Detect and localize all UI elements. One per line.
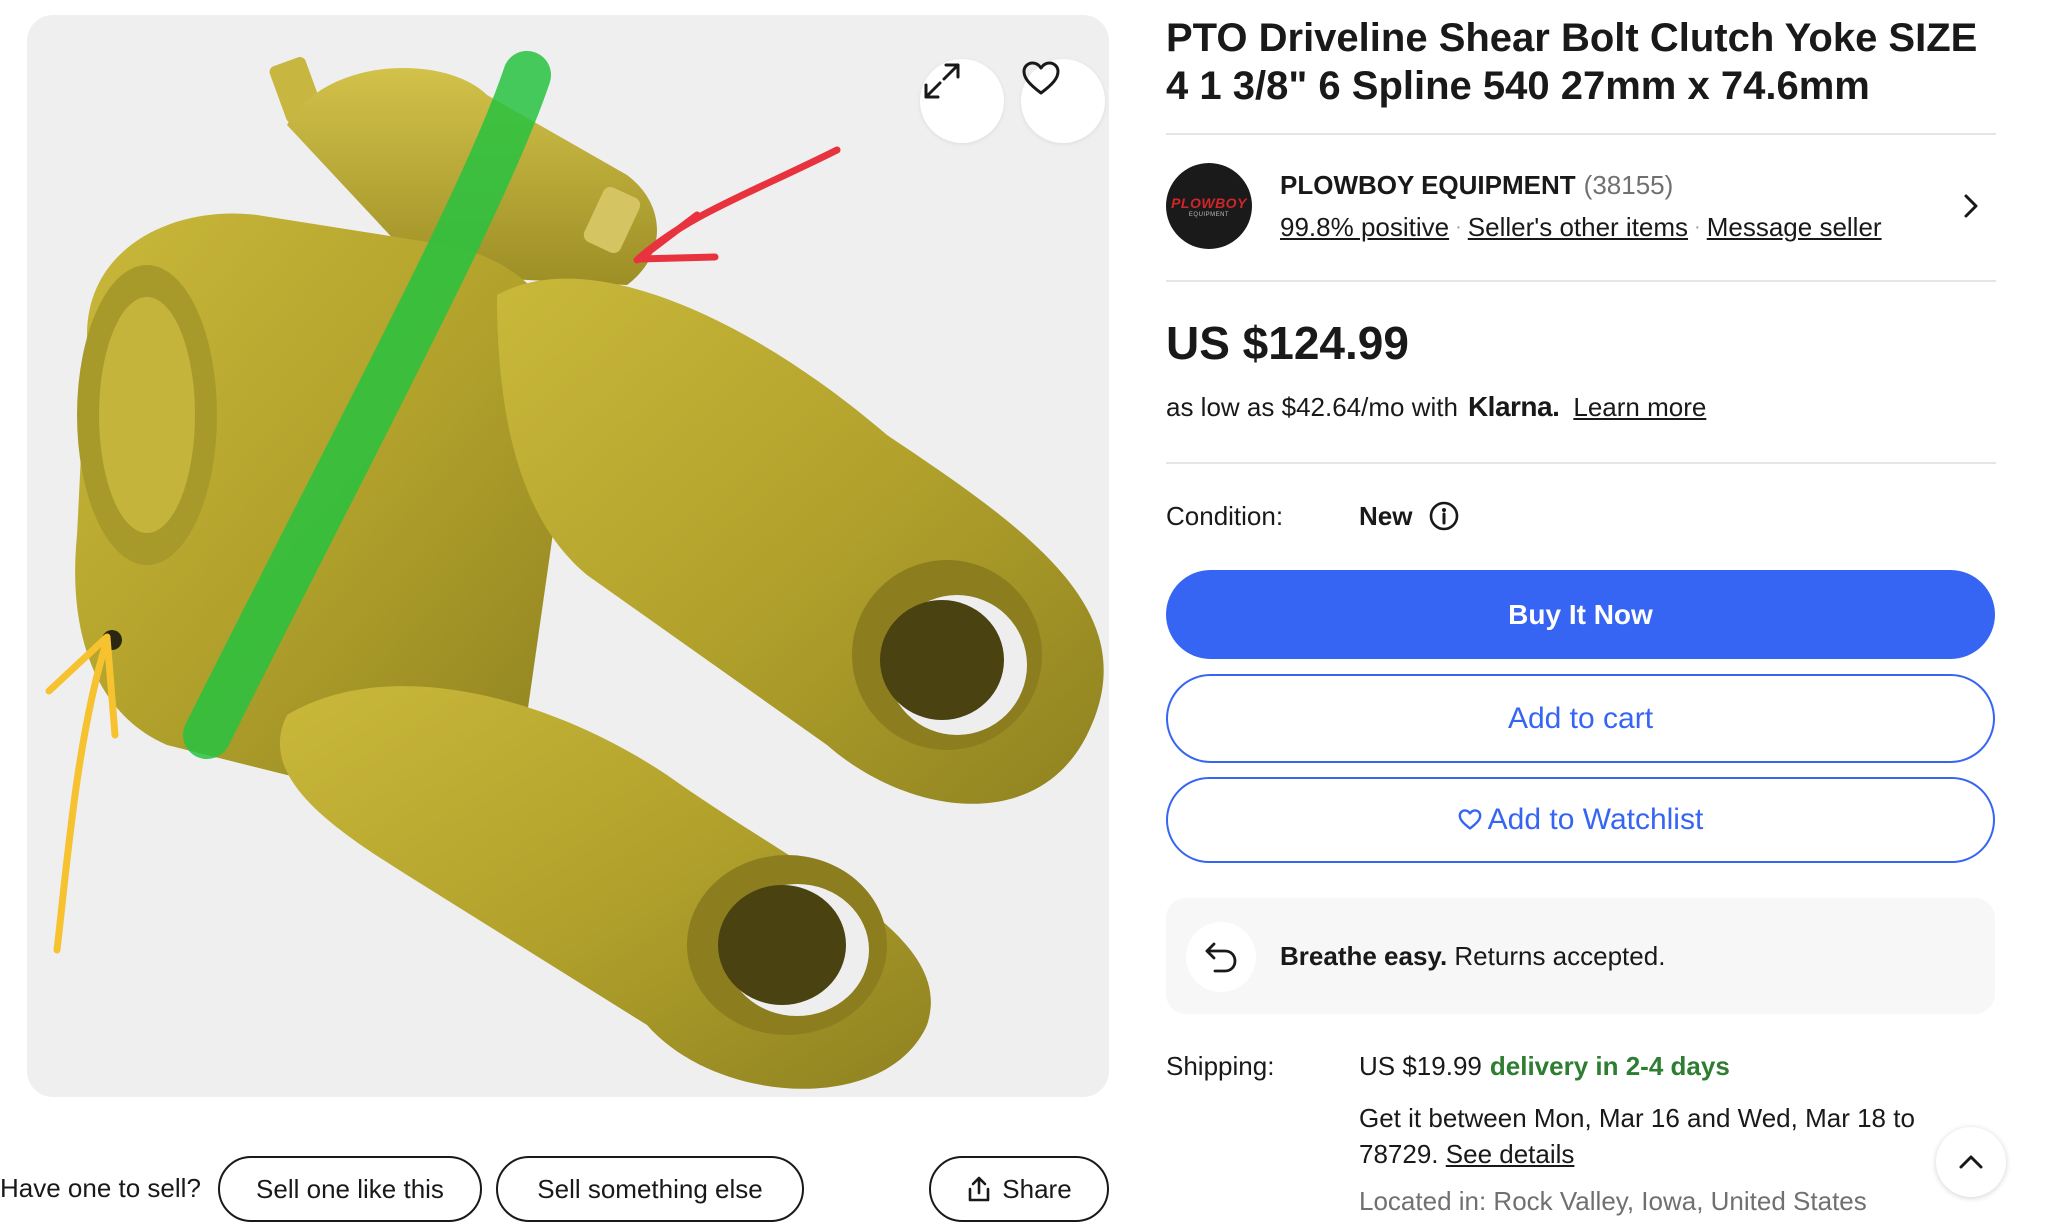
- klarna-logo: Klarna.: [1467, 391, 1560, 422]
- seller-logo-text: PLOWBOY: [1171, 194, 1247, 211]
- item-price: US $124.99: [1166, 317, 1409, 369]
- condition-label: Condition:: [1166, 501, 1284, 531]
- separator-dot: ·: [1694, 216, 1701, 238]
- heart-icon: [1022, 61, 1060, 95]
- share-label: Share: [1002, 1173, 1072, 1204]
- installment-offer: as low as $42.64/mo with Klarna. Learn m…: [1166, 391, 1706, 423]
- share-button[interactable]: Share: [929, 1156, 1109, 1222]
- chevron-up-icon: [1959, 1155, 1983, 1169]
- listing-title: PTO Driveline Shear Bolt Clutch Yoke SIZ…: [1166, 16, 1978, 108]
- sell-question: Have one to sell?: [0, 1173, 201, 1203]
- back-to-top-button[interactable]: [1936, 1127, 2006, 1197]
- returns-detail: Returns accepted.: [1454, 941, 1666, 971]
- condition-value: New: [1359, 501, 1413, 531]
- shipping-cost: US $19.99 delivery in 2-4 days: [1359, 1051, 1730, 1082]
- product-photo: [45, 51, 1104, 1089]
- seller-other-items-link[interactable]: Seller's other items: [1468, 212, 1688, 243]
- seller-name-text: PLOWBOY EQUIPMENT: [1280, 170, 1576, 200]
- message-seller-link[interactable]: Message seller: [1707, 212, 1882, 243]
- watch-heart-button[interactable]: [1021, 59, 1105, 143]
- seller-logo-subtext: EQUIPMENT: [1188, 211, 1230, 218]
- seller-feedback-count: (38155): [1583, 170, 1674, 200]
- info-icon[interactable]: [1428, 500, 1460, 532]
- sell-one-like-this-button[interactable]: Sell one like this: [218, 1156, 482, 1222]
- seller-name[interactable]: PLOWBOY EQUIPMENT (38155): [1280, 170, 1673, 201]
- share-icon: [968, 1176, 990, 1202]
- add-to-watchlist-label: Add to Watchlist: [1487, 803, 1704, 836]
- sell-something-else-button[interactable]: Sell something else: [496, 1156, 804, 1222]
- delivery-estimate: Get it between Mon, Mar 16 and Wed, Mar …: [1359, 1100, 1959, 1172]
- seller-feedback-link[interactable]: 99.8% positive: [1280, 212, 1449, 243]
- divider: [1166, 462, 1996, 464]
- item-location: Located in: Rock Valley, Iowa, United St…: [1359, 1186, 1867, 1216]
- return-arrow-icon: [1205, 942, 1237, 973]
- heart-icon: [1458, 809, 1482, 830]
- shipping-label: Shipping:: [1166, 1051, 1275, 1081]
- expand-image-button[interactable]: [920, 59, 1004, 143]
- installment-text: as low as $42.64/mo with: [1166, 391, 1458, 422]
- separator-dot: ·: [1455, 216, 1462, 238]
- expand-icon: [924, 63, 960, 99]
- delivery-speed: delivery in 2-4 days: [1489, 1051, 1730, 1081]
- see-details-link[interactable]: See details: [1446, 1139, 1575, 1169]
- returns-text: Breathe easy. Returns accepted.: [1280, 941, 1665, 972]
- add-to-cart-button[interactable]: Add to cart: [1166, 674, 1995, 763]
- buy-it-now-button[interactable]: Buy It Now: [1166, 570, 1995, 659]
- delivery-estimate-text: Get it between Mon, Mar 16 and Wed, Mar …: [1359, 1103, 1915, 1169]
- product-image-gallery[interactable]: [27, 15, 1109, 1097]
- divider: [1166, 133, 1996, 135]
- chevron-right-icon[interactable]: [1955, 190, 1987, 222]
- seller-avatar[interactable]: PLOWBOY EQUIPMENT: [1166, 163, 1252, 249]
- seller-links: 99.8% positive · Seller's other items · …: [1280, 212, 1882, 243]
- returns-bold: Breathe easy.: [1280, 941, 1448, 971]
- divider: [1166, 280, 1996, 282]
- returns-icon-container: [1186, 922, 1256, 992]
- add-to-watchlist-button[interactable]: Add to Watchlist: [1166, 777, 1995, 863]
- shipping-price: US $19.99: [1359, 1051, 1482, 1081]
- learn-more-link[interactable]: Learn more: [1573, 392, 1706, 423]
